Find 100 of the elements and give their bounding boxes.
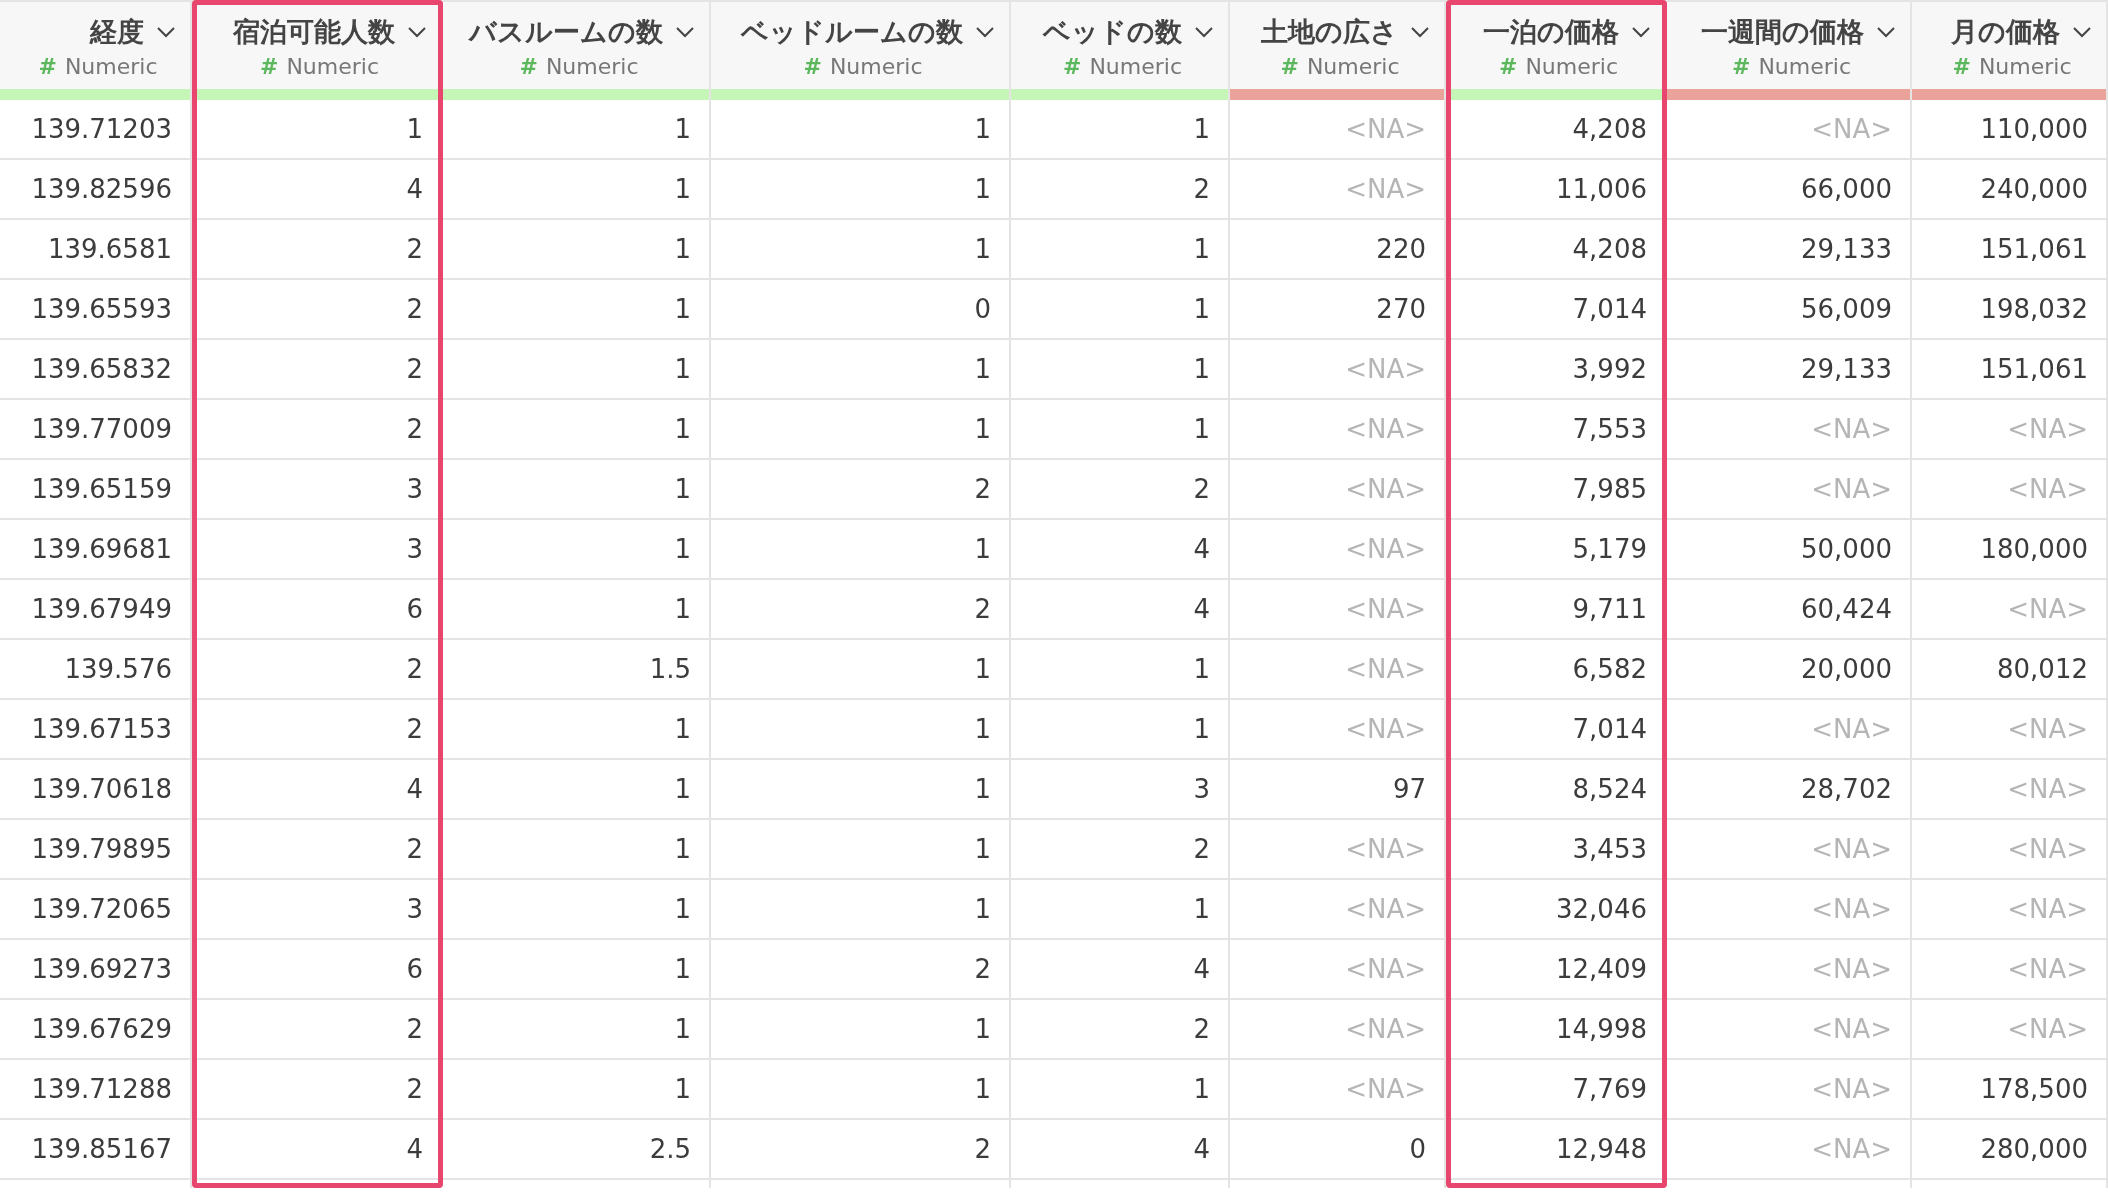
hash-icon: #	[1952, 54, 1971, 79]
table-cell: 1	[974, 114, 991, 144]
table-cell: 2	[406, 1014, 423, 1044]
column-type: Numeric	[1758, 54, 1852, 79]
table-cell: 240,000	[1980, 174, 2088, 204]
table-cell: <NA>	[1345, 354, 1426, 384]
table-cell: <NA>	[1345, 594, 1426, 624]
table-cell: 1	[1193, 654, 1210, 684]
table-cell: 2	[406, 834, 423, 864]
table-cell: <NA>	[1811, 114, 1892, 144]
caret-icon[interactable]	[975, 26, 995, 38]
caret-icon[interactable]	[407, 26, 427, 38]
table-cell: 3	[406, 534, 423, 564]
table-cell: <NA>	[1811, 1074, 1892, 1104]
table-cell: 4	[1193, 534, 1210, 564]
table-cell: 1	[674, 354, 691, 384]
table-cell: 2	[1193, 834, 1210, 864]
table-cell: <NA>	[1811, 894, 1892, 924]
table-cell: 7,769	[1572, 1074, 1647, 1104]
table-cell: 4	[1193, 1134, 1210, 1164]
caret-icon[interactable]	[156, 26, 176, 38]
table-cell: 4	[1193, 594, 1210, 624]
table-cell: 1	[974, 174, 991, 204]
table-cell: <NA>	[1345, 474, 1426, 504]
hash-icon: #	[1498, 54, 1518, 79]
table-cell: 151,061	[1980, 354, 2088, 384]
table-cell: 9,711	[1572, 594, 1647, 624]
table-cell: 28,702	[1801, 774, 1892, 804]
table-cell: 2	[406, 294, 423, 324]
table-cell: 7,014	[1572, 294, 1647, 324]
table-cell: 139.69681	[31, 534, 172, 564]
table-cell: <NA>	[1345, 1074, 1426, 1104]
table-cell: 139.72065	[31, 894, 172, 924]
table-cell: <NA>	[1811, 474, 1892, 504]
table-cell: <NA>	[1345, 954, 1426, 984]
table-cell: <NA>	[1811, 954, 1892, 984]
caret-icon[interactable]	[1876, 26, 1896, 38]
table-cell: 2	[1193, 174, 1210, 204]
table-cell: 1	[974, 234, 991, 264]
hash-icon: #	[259, 54, 279, 79]
table-cell: 1	[674, 594, 691, 624]
table-cell: <NA>	[1345, 534, 1426, 564]
table-cell: 2	[406, 234, 423, 264]
caret-icon[interactable]	[1631, 26, 1651, 38]
table-cell: 139.65832	[31, 354, 172, 384]
table-cell: 5,179	[1572, 534, 1647, 564]
table-cell: <NA>	[2007, 414, 2088, 444]
table-cell: <NA>	[1345, 174, 1426, 204]
table-cell: 2	[974, 594, 991, 624]
table-cell: <NA>	[1345, 714, 1426, 744]
table-cell: 1	[674, 234, 691, 264]
column-type: Numeric	[64, 54, 158, 79]
table-cell: 6	[406, 594, 423, 624]
table-cell: 180,000	[1980, 534, 2088, 564]
table-cell: 2	[1193, 1014, 1210, 1044]
table-cell: 270	[1376, 294, 1426, 324]
table-cell: 1	[674, 174, 691, 204]
table-cell: 1	[1193, 234, 1210, 264]
column-type: Numeric	[545, 54, 639, 79]
table-cell: 1	[674, 1074, 691, 1104]
table-cell: 2	[406, 1074, 423, 1104]
column-title: バスルームの数	[469, 15, 663, 49]
table-cell: 1	[1193, 114, 1210, 144]
table-cell: 29,133	[1801, 234, 1892, 264]
table-cell: 11,006	[1556, 174, 1647, 204]
table-cell: 60,424	[1801, 594, 1892, 624]
table-cell: 2.5	[649, 1134, 691, 1164]
table-cell: 1	[974, 714, 991, 744]
caret-icon[interactable]	[1194, 26, 1214, 38]
table-cell: <NA>	[1811, 834, 1892, 864]
table-cell: 3	[406, 894, 423, 924]
table-cell: <NA>	[1811, 714, 1892, 744]
hash-icon: #	[519, 54, 538, 79]
table-cell: 1	[1193, 1074, 1210, 1104]
table-cell: 2	[974, 954, 991, 984]
caret-icon[interactable]	[2072, 26, 2092, 38]
hash-icon: #	[1731, 54, 1751, 79]
table-cell: 1	[674, 714, 691, 744]
table-cell: 1	[974, 1074, 991, 1104]
table-cell: 1	[974, 1014, 991, 1044]
table-cell: 50,000	[1801, 534, 1892, 564]
caret-icon[interactable]	[1410, 26, 1430, 38]
table-cell: 139.71203	[31, 114, 172, 144]
column-title: ベッドルームの数	[741, 15, 963, 49]
column-type: Numeric	[286, 54, 380, 79]
table-cell: 8,524	[1572, 774, 1647, 804]
table-cell: 1	[1193, 714, 1210, 744]
table-cell: <NA>	[2007, 774, 2088, 804]
table-cell: 97	[1392, 774, 1426, 804]
table-cell: 1	[1193, 894, 1210, 924]
table-cell: 139.70618	[31, 774, 172, 804]
table-cell: <NA>	[1345, 1014, 1426, 1044]
caret-icon[interactable]	[675, 26, 695, 38]
table-cell: 2	[406, 654, 423, 684]
column-title: 経度	[90, 15, 144, 49]
table-cell: <NA>	[1811, 414, 1892, 444]
table-cell: 1	[1193, 294, 1210, 324]
table-cell: 139.67949	[31, 594, 172, 624]
table-cell: <NA>	[1345, 894, 1426, 924]
table-cell: 1.5	[649, 654, 691, 684]
